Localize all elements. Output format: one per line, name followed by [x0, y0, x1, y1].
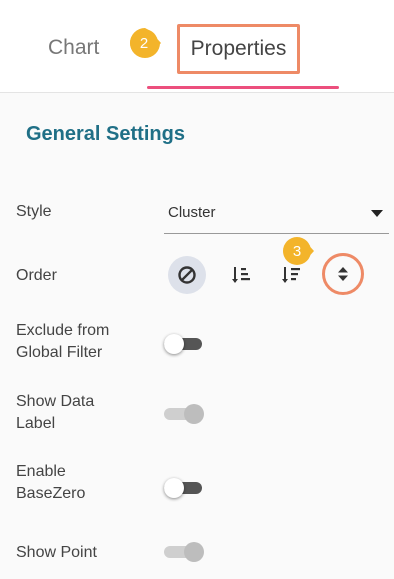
tab-chart[interactable]: Chart: [48, 36, 99, 60]
style-label: Style: [16, 203, 52, 220]
sort-descending-icon: [282, 267, 300, 283]
tab-properties[interactable]: Properties: [177, 24, 300, 74]
sort-toggle-icon: [338, 267, 348, 281]
exclude-global-filter-toggle[interactable]: [164, 334, 204, 354]
exclude-global-filter-label-line-2: Global Filter: [16, 344, 103, 361]
show-data-label-line-1: Show Data: [16, 393, 95, 410]
enable-basezero-toggle[interactable]: [164, 478, 204, 498]
order-ascending-button[interactable]: [222, 256, 260, 294]
step-badge-2-number: 2: [139, 34, 149, 52]
step-badge-3: 3: [282, 235, 314, 267]
exclude-global-filter-label: Exclude from Global Filter: [16, 320, 109, 364]
none-icon: [178, 266, 196, 284]
step-badge-3-number: 3: [292, 242, 302, 260]
show-data-label-toggle[interactable]: [164, 404, 204, 424]
toggle-knob: [164, 478, 184, 498]
style-select-value: Cluster: [168, 204, 216, 221]
chevron-down-icon: [371, 210, 383, 217]
show-data-label-line-2: Label: [16, 415, 56, 432]
toggle-knob: [184, 542, 204, 562]
enable-basezero-label: Enable BaseZero: [16, 461, 85, 505]
show-data-label-label: Show Data Label: [16, 391, 94, 435]
show-point-toggle[interactable]: [164, 542, 204, 562]
step-badge-2: 2: [129, 27, 161, 59]
enable-basezero-label-line-1: Enable: [16, 463, 66, 480]
sort-ascending-icon: [232, 267, 250, 283]
enable-basezero-label-line-2: BaseZero: [16, 485, 86, 502]
tabs-header: Chart Properties: [0, 0, 394, 93]
active-tab-indicator: [147, 86, 339, 89]
show-point-label: Show Point: [16, 544, 97, 561]
exclude-global-filter-label-line-1: Exclude from: [16, 322, 110, 339]
toggle-knob: [164, 334, 184, 354]
style-select[interactable]: Cluster: [164, 196, 389, 234]
tab-properties-label: Properties: [190, 37, 287, 60]
section-title: General Settings: [26, 123, 185, 145]
order-label: Order: [16, 267, 57, 284]
order-none-button[interactable]: [168, 256, 206, 294]
order-sort-toggle-button[interactable]: [322, 253, 364, 295]
toggle-knob: [184, 404, 204, 424]
